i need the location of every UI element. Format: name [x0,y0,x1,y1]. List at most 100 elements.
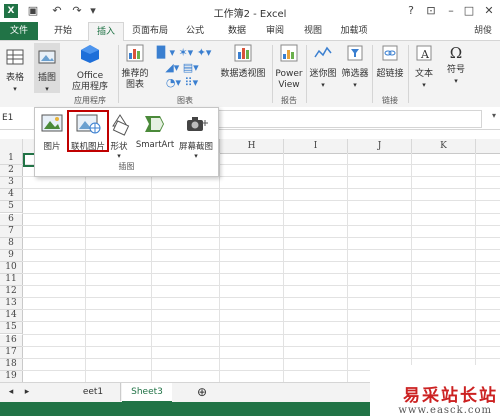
ribbon-display-icon[interactable]: ⊡ [422,2,440,20]
row-header[interactable]: 8 [0,237,23,250]
sheet-tab[interactable]: eet1 [66,383,121,401]
power-view-label: Power View [275,69,303,90]
watermark-text: 易采站长站 [403,386,498,406]
ribbon-separator [372,45,373,103]
column-header[interactable]: I [284,139,348,154]
row-header[interactable]: 7 [0,225,23,238]
ribbon-separator [408,45,409,103]
text-button[interactable]: A 文本 ▾ [410,43,438,91]
picture-button[interactable]: 图片 [39,112,65,152]
sheet-tab-active[interactable]: Sheet3 [122,383,172,403]
row-header[interactable]: 5 [0,201,23,214]
illustrations-label: 插图 [37,73,56,83]
tab-file[interactable]: 文件 [0,22,38,40]
select-all-corner[interactable] [0,139,23,154]
row-header[interactable]: 1 [0,153,23,166]
scroll-right-icon[interactable]: ▸ [20,383,34,401]
chart-types-icons-2: ◢▾ ▤▾ [165,61,199,74]
filter-icon [347,45,363,61]
tab-review[interactable]: 审阅 [260,22,290,40]
shapes-button[interactable]: 形状 ▾ [107,112,131,160]
row-header[interactable]: 12 [0,286,23,299]
pivot-chart-label: 数据透视图 [220,69,266,79]
ribbon-separator [272,45,273,103]
sparklines-label: 迷你图 [309,69,337,79]
table-label: 表格 [5,73,24,83]
row-header[interactable]: 15 [0,322,23,335]
pivot-chart-button[interactable]: 数据透视图 [218,43,268,80]
screenshot-button[interactable]: 屏幕截图 ▾ [177,112,215,160]
help-icon[interactable]: ? [402,2,420,20]
row-header[interactable]: 18 [0,358,23,371]
gridline [22,248,500,250]
ribbon-separator [306,45,307,103]
row-header[interactable]: 11 [0,274,23,287]
filter-button[interactable]: 筛选器 ▾ [340,43,370,91]
gridline [22,285,500,287]
add-sheet-icon[interactable]: ⊕ [194,383,210,401]
row-header[interactable]: 19 [0,370,23,382]
row-header[interactable]: 3 [0,177,23,190]
user-name[interactable]: 胡俊 [474,22,492,40]
name-box[interactable]: E1 [2,111,28,125]
shapes-icon [112,114,130,136]
office-apps-label: Office 应用程序 [71,71,108,92]
row-header[interactable]: 10 [0,261,23,274]
symbol-label: 符号 [446,65,465,75]
smartart-button[interactable]: SmartArt [135,112,175,150]
shapes-label: 形状 [110,142,128,152]
scroll-left-icon[interactable]: ◂ [4,383,18,401]
power-view-button[interactable]: Power View [274,43,304,91]
chart-types-icons: ▐▌▾ ✶▾ ✦▾ [152,46,212,59]
hyperlink-button[interactable]: 超链接 [374,43,406,80]
svg-text:A: A [420,48,430,61]
row-header[interactable]: 16 [0,334,23,347]
row-header[interactable]: 14 [0,310,23,323]
column-header[interactable]: H [220,139,284,154]
gridline [22,297,500,299]
minimize-button[interactable]: – [442,2,460,20]
symbol-button[interactable]: Ω 符号 ▾ [442,43,470,87]
column-header[interactable]: J [348,139,412,154]
row-header[interactable]: 13 [0,298,23,311]
row-header[interactable]: 2 [0,165,23,178]
tab-addins[interactable]: 加载项 [336,22,372,40]
recommended-charts-icon [126,44,144,62]
gridline [22,224,500,226]
office-apps-button[interactable]: Office 应用程序 [68,43,112,93]
tab-page-layout[interactable]: 页面布局 [128,22,172,40]
online-picture-icon [76,114,101,134]
tab-data[interactable]: 数据 [222,22,252,40]
row-header[interactable]: 17 [0,346,23,359]
ribbon-separator [118,45,119,103]
table-button[interactable]: 表格 ▾ [2,47,28,95]
column-header[interactable]: K [412,139,476,154]
tab-insert[interactable]: 插入 [88,22,124,41]
gridline [22,309,500,311]
gridline [22,357,500,359]
recommended-charts-button[interactable]: 推荐的 图表 [120,43,150,91]
table-icon [6,49,24,65]
maximize-button[interactable]: □ [460,2,478,20]
chart-types-icons-3: ◔▾ ⠿▾ [165,76,199,89]
omega-icon: Ω [449,44,463,62]
illustrations-button[interactable]: 插图 ▾ [34,43,60,93]
tab-view[interactable]: 视图 [298,22,328,40]
row-header[interactable]: 4 [0,189,23,202]
sparklines-button[interactable]: 迷你图 ▾ [308,43,338,91]
gridline [22,345,500,347]
column-header[interactable]: L [476,139,500,154]
chart-types-gallery[interactable]: ▐▌▾ ✶▾ ✦▾ ◢▾ ▤▾ ◔▾ ⠿▾ [152,45,212,91]
row-header[interactable]: 6 [0,213,23,226]
tab-formulas[interactable]: 公式 [180,22,210,40]
tab-home[interactable]: 开始 [46,22,80,40]
group-apps-label: 应用程序 [74,96,106,105]
expand-formula-bar-icon[interactable]: ▾ [492,111,496,120]
screenshot-label: 屏幕截图 [178,142,213,152]
smartart-label: SmartArt [135,140,175,150]
illustrations-icon [38,50,56,64]
close-button[interactable]: ✕ [480,2,498,20]
online-picture-button[interactable]: 联机图片 [67,110,109,152]
formula-input[interactable] [218,110,482,128]
row-header[interactable]: 9 [0,249,23,262]
